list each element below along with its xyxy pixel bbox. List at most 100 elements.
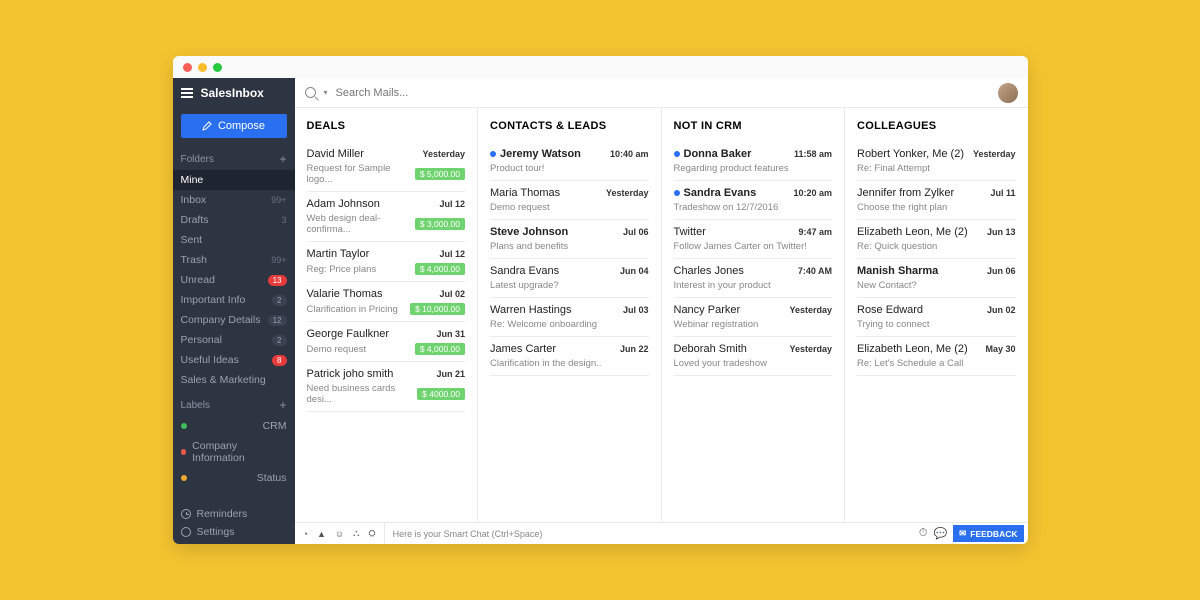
mail-sender: Donna Baker [684,148,752,160]
sidebar-item-company-details[interactable]: Company Details12 [173,310,295,330]
feedback-icon: ✉ [959,528,966,539]
mail-subject: Latest upgrade? [490,280,559,291]
mail-subject: Webinar registration [674,319,759,330]
column-contacts-leads: CONTACTS & LEADSJeremy Watson10:40 amPro… [478,108,662,522]
mail-card[interactable]: George FaulknerJun 31Demo request$ 4,000… [307,322,466,362]
deal-amount: $ 4,000.00 [415,343,465,355]
mail-sender: Elizabeth Leon, Me (2) [857,226,968,238]
sidebar: SalesInbox Compose Folders + MineInbox99… [173,78,295,544]
mail-subject: Reg: Price plans [307,264,377,275]
mail-sender: Martin Taylor [307,248,370,260]
column-title: COLLEAGUES [857,120,1016,132]
mail-card[interactable]: Warren HastingsJul 03Re: Welcome onboard… [490,298,649,337]
column-deals: DEALSDavid MillerYesterdayRequest for Sa… [295,108,479,522]
mail-time: 10:40 am [610,149,649,159]
mail-sender: Warren Hastings [490,304,572,316]
mail-card[interactable]: David MillerYesterdayRequest for Sample … [307,142,466,192]
mail-time: Jun 04 [620,266,649,276]
sidebar-item-inbox[interactable]: Inbox99+ [173,190,295,210]
mail-sender: Robert Yonker, Me (2) [857,148,964,160]
mail-card[interactable]: Sandra EvansJun 04Latest upgrade? [490,259,649,298]
mail-card[interactable]: Elizabeth Leon, Me (2)Jun 13Re: Quick qu… [857,220,1016,259]
reminders-link[interactable]: Reminders [181,508,287,520]
mail-card[interactable]: Jennifer from ZylkerJul 11Choose the rig… [857,181,1016,220]
mail-subject: Loved your tradeshow [674,358,767,369]
mail-card[interactable]: Deborah SmithYesterdayLoved your tradesh… [674,337,833,376]
minimize-window-icon[interactable] [198,63,207,72]
mail-sender: James Carter [490,343,556,355]
add-label-icon[interactable]: + [279,398,286,412]
mail-card[interactable]: Steve JohnsonJul 06Plans and benefits [490,220,649,259]
clock-icon [181,509,191,519]
bottombar: ◔ ▲ ☺ ⛬ ⛭ Here is your Smart Chat (Ctrl+… [295,522,1028,544]
mail-time: Jun 06 [987,266,1016,276]
chat-icon[interactable]: 💬 [933,527,947,540]
mail-card[interactable]: Martin TaylorJul 12Reg: Price plans$ 4,0… [307,242,466,282]
compose-button[interactable]: Compose [181,114,287,138]
maximize-window-icon[interactable] [213,63,222,72]
mail-card[interactable]: Jeremy Watson10:40 amProduct tour! [490,142,649,181]
mail-card[interactable]: Donna Baker11:58 amRegarding product fea… [674,142,833,181]
mail-subject: Re: Let's Schedule a Call [857,358,963,369]
mail-card[interactable]: Robert Yonker, Me (2)YesterdayRe: Final … [857,142,1016,181]
mail-card[interactable]: Elizabeth Leon, Me (2)May 30Re: Let's Sc… [857,337,1016,376]
unread-dot-icon [674,151,680,157]
bot-icon[interactable]: ◔ [303,529,308,539]
search-input[interactable] [336,87,990,99]
mail-card[interactable]: Patrick joho smithJun 21Need business ca… [307,362,466,412]
mail-subject: Follow James Carter on Twitter! [674,241,807,252]
mail-time: Jul 11 [990,188,1015,198]
mail-card[interactable]: Valarie ThomasJul 02Clarification in Pri… [307,282,466,322]
mail-card[interactable]: Charles Jones7:40 AMInterest in your pro… [674,259,833,298]
mail-subject: Web design deal-confirma... [307,213,415,235]
search-icon[interactable] [305,87,316,98]
sidebar-item-sent[interactable]: Sent [173,230,295,250]
mail-time: Jun 13 [987,227,1016,237]
smartchat-hint[interactable]: Here is your Smart Chat (Ctrl+Space) [385,529,919,539]
sidebar-item-trash[interactable]: Trash99+ [173,250,295,270]
mail-card[interactable]: Maria ThomasYesterdayDemo request [490,181,649,220]
mail-time: Jul 06 [623,227,649,237]
menu-icon[interactable] [181,88,193,98]
contacts-icon[interactable]: ⛬ [353,528,359,539]
emoji-icon[interactable]: ☺ [335,529,344,539]
sidebar-item-useful-ideas[interactable]: Useful Ideas8 [173,350,295,370]
mail-card[interactable]: Twitter9:47 amFollow James Carter on Twi… [674,220,833,259]
mail-card[interactable]: Manish SharmaJun 06New Contact? [857,259,1016,298]
sidebar-item-unread[interactable]: Unread13 [173,270,295,290]
mail-sender: Charles Jones [674,265,744,277]
mail-card[interactable]: Sandra Evans10:20 amTradeshow on 12/7/20… [674,181,833,220]
sidebar-item-drafts[interactable]: Drafts3 [173,210,295,230]
unread-dot-icon [490,151,496,157]
feedback-button[interactable]: ✉ FEEDBACK [953,525,1023,542]
mail-card[interactable]: Nancy ParkerYesterdayWebinar registratio… [674,298,833,337]
deal-amount: $ 10,000.00 [410,303,465,315]
sidebar-item-mine[interactable]: Mine [173,170,295,190]
deal-amount: $ 4,000.00 [415,263,465,275]
mail-card[interactable]: Adam JohnsonJul 12Web design deal-confir… [307,192,466,242]
chevron-down-icon[interactable]: ▾ [324,88,328,97]
mail-sender: Nancy Parker [674,304,741,316]
add-folder-icon[interactable]: + [279,152,286,166]
mail-card[interactable]: Rose EdwardJun 02Trying to connect [857,298,1016,337]
avatar[interactable] [998,83,1018,103]
sidebar-item-sales-marketing[interactable]: Sales & Marketing [173,370,295,390]
mail-card[interactable]: James CarterJun 22Clarification in the d… [490,337,649,376]
label-crm[interactable]: CRM [173,416,295,436]
sidebar-header: SalesInbox [173,78,295,108]
timer-icon[interactable]: ⏱ [919,527,928,540]
close-window-icon[interactable] [183,63,192,72]
mail-subject: New Contact? [857,280,917,291]
sidebar-item-personal[interactable]: Personal2 [173,330,295,350]
mail-subject: Plans and benefits [490,241,568,252]
label-status[interactable]: Status [173,468,295,488]
mail-subject: Clarification in Pricing [307,304,398,315]
settings-link[interactable]: Settings [181,526,287,538]
column-title: NOT IN CRM [674,120,833,132]
mail-sender: Twitter [674,226,706,238]
sidebar-item-important-info[interactable]: Important Info2 [173,290,295,310]
person-icon[interactable]: ⛭ [368,528,375,539]
mail-sender: Rose Edward [857,304,923,316]
notifications-icon[interactable]: ▲ [317,529,326,539]
label-company-information[interactable]: Company Information [173,436,295,468]
